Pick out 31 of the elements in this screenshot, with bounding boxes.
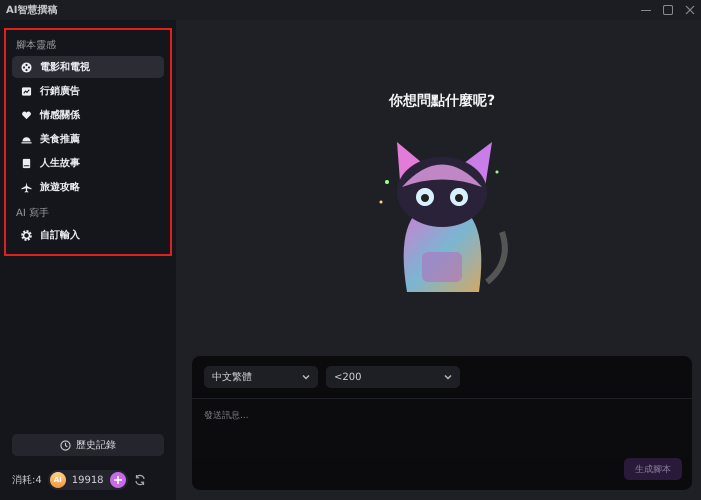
sidebar-item[interactable]: 電影和電視 (12, 56, 164, 78)
sidebar-item[interactable]: 人生故事 (12, 152, 164, 174)
prompt-heading: 你想問點什麼呢? (388, 92, 496, 110)
section-heading: AI 寫手 (15, 206, 50, 221)
clock-icon (60, 440, 71, 450)
settings-icon (21, 230, 32, 240)
sidebar-item[interactable]: 情感關係 (12, 104, 164, 126)
length-select[interactable]: <200 (326, 366, 460, 388)
history-button[interactable]: 歷史記錄 (12, 434, 164, 456)
chart-icon (21, 86, 32, 96)
usage-count: 消耗:4 (12, 474, 42, 487)
add-credits-button[interactable] (110, 472, 126, 488)
language-select[interactable]: 中文繁體 (204, 366, 318, 388)
sidebar-item[interactable]: 旅遊攻略 (12, 176, 164, 198)
window-title: AI智慧撰稿 (6, 4, 58, 17)
sidebar-item[interactable]: 行銷廣告 (12, 80, 164, 102)
refresh-icon[interactable] (134, 474, 146, 486)
chevron-down-icon (444, 374, 452, 380)
plus-icon (114, 476, 122, 484)
book-icon (21, 158, 32, 168)
sidebar-item[interactable]: 自訂輸入 (12, 224, 164, 246)
chevron-down-icon (302, 374, 310, 380)
credits-count: 19918 (72, 474, 104, 486)
close-icon[interactable] (685, 5, 695, 15)
airplane-icon (21, 182, 32, 192)
maximize-icon[interactable] (663, 5, 673, 15)
composer-field[interactable]: 中文繁體 <200 發送訊息... 生成腳本 (192, 356, 692, 490)
sidebar-item[interactable]: 美食推薦 (12, 128, 164, 150)
generate-button[interactable]: 生成腳本 (624, 458, 682, 480)
film-reel-icon (21, 62, 32, 72)
section-heading: 腳本靈感 (15, 38, 57, 53)
